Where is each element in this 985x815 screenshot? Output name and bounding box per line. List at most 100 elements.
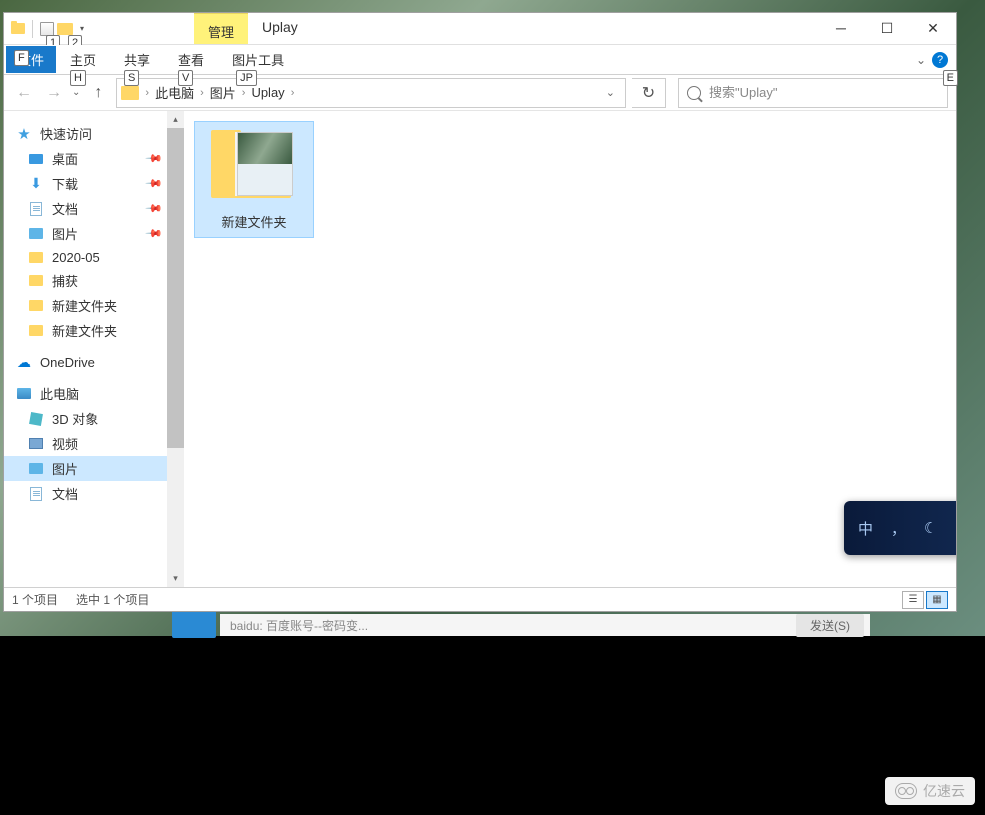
- window-controls: ─ ☐ ✕: [818, 13, 956, 44]
- search-box[interactable]: [678, 78, 948, 108]
- pin-icon: 📌: [145, 149, 164, 168]
- window-title: Uplay: [248, 13, 312, 44]
- ime-punct-indicator[interactable]: ，: [891, 518, 906, 539]
- status-selected-count: 选中 1 个项目: [76, 591, 149, 608]
- thumbnails-view-button[interactable]: ▦: [926, 591, 948, 609]
- minimize-button[interactable]: ─: [818, 13, 864, 43]
- search-input[interactable]: [709, 85, 939, 100]
- nav-folder-new2[interactable]: 新建文件夹: [4, 318, 167, 343]
- folder-icon: [28, 273, 44, 289]
- nav-folder-capture[interactable]: 捕获: [4, 268, 167, 293]
- refresh-button[interactable]: ↻: [632, 78, 666, 108]
- nav-label: 3D 对象: [52, 409, 98, 428]
- send-button-bg: 发送(S): [796, 614, 864, 637]
- document-icon: [28, 486, 44, 502]
- crumb-sep-icon[interactable]: ›: [198, 87, 206, 99]
- nav-label: 捕获: [52, 271, 78, 290]
- cloud-icon: ☁: [16, 354, 32, 370]
- folder-thumbnail-icon: [209, 128, 299, 206]
- keyhint-f: F: [14, 50, 29, 66]
- keyhint-h: H: [70, 70, 86, 86]
- nav-label: 图片: [52, 224, 78, 243]
- ime-skin-icon[interactable]: 👕: [955, 519, 956, 537]
- qat-dropdown-icon[interactable]: ▾: [77, 22, 87, 36]
- nav-label: 桌面: [52, 149, 78, 168]
- address-dropdown-icon[interactable]: ⌄: [600, 86, 621, 99]
- nav-onedrive[interactable]: ☁ OneDrive: [4, 351, 167, 373]
- help-icon[interactable]: ?: [932, 52, 948, 68]
- nav-downloads[interactable]: ⬇ 下载 📌: [4, 171, 167, 196]
- keyhint-s: S: [124, 70, 139, 86]
- nav-label: 此电脑: [40, 384, 79, 403]
- share-tab[interactable]: 共享 S: [110, 46, 164, 73]
- folder-icon: [28, 298, 44, 314]
- navigation-pane[interactable]: ★ 快速访问 桌面 📌 ⬇ 下载 📌 文档 📌: [4, 111, 184, 587]
- forward-button[interactable]: →: [42, 81, 66, 105]
- pin-icon: 📌: [145, 199, 164, 218]
- details-view-button[interactable]: ☰: [902, 591, 924, 609]
- share-tab-label: 共享: [124, 53, 150, 68]
- nav-label: 新建文件夹: [52, 296, 117, 315]
- folder-name: 新建文件夹: [221, 212, 286, 231]
- nav-label: 图片: [52, 459, 78, 478]
- titlebar[interactable]: ▾ 1 2 管理 Uplay ─ ☐ ✕: [4, 13, 956, 45]
- crumb-sep-icon[interactable]: ›: [143, 87, 151, 99]
- file-tab[interactable]: 文件 F: [6, 46, 56, 73]
- nav-thispc[interactable]: 此电脑: [4, 381, 167, 406]
- watermark: 亿速云: [885, 777, 975, 805]
- content-pane[interactable]: 新建文件夹 中 ， ☾ 👕: [184, 111, 956, 587]
- navpane-scrollbar[interactable]: ▴ ▾: [167, 111, 184, 587]
- pictools-tab-label: 图片工具: [232, 53, 284, 68]
- home-tab-label: 主页: [70, 53, 96, 68]
- obj3d-icon: [28, 411, 44, 427]
- up-button[interactable]: ↑: [86, 81, 110, 105]
- app-folder-icon: [10, 21, 26, 37]
- address-folder-icon: [121, 86, 139, 100]
- status-item-count: 1 个项目: [12, 591, 58, 608]
- ribbon-expand-icon[interactable]: ⌄: [916, 53, 926, 67]
- nav-documents-pc[interactable]: 文档: [4, 481, 167, 506]
- search-icon: [687, 86, 701, 100]
- nav-pictures-pc[interactable]: 图片: [4, 456, 167, 481]
- nav-label: OneDrive: [40, 355, 95, 370]
- scroll-up-icon[interactable]: ▴: [167, 111, 184, 128]
- navigation-row: ← → ⌄ ↑ › 此电脑 › 图片 › Uplay › ⌄ ↻: [4, 75, 956, 111]
- close-button[interactable]: ✕: [910, 13, 956, 43]
- pc-icon: [16, 386, 32, 402]
- back-button[interactable]: ←: [12, 81, 36, 105]
- nav-videos[interactable]: 视频: [4, 431, 167, 456]
- manage-tab[interactable]: 管理: [194, 13, 248, 44]
- nav-label: 新建文件夹: [52, 321, 117, 340]
- folder-icon: [28, 249, 44, 265]
- ime-toolbar[interactable]: 中 ， ☾ 👕: [844, 501, 956, 555]
- nav-desktop[interactable]: 桌面 📌: [4, 146, 167, 171]
- ime-moon-icon[interactable]: ☾: [924, 519, 937, 537]
- crumb-uplay[interactable]: Uplay: [247, 85, 288, 100]
- picture-tools-tab[interactable]: 图片工具 JP: [218, 46, 298, 73]
- history-dropdown-icon[interactable]: ⌄: [72, 87, 80, 98]
- nav-pictures[interactable]: 图片 📌: [4, 221, 167, 246]
- crumb-sep-icon[interactable]: ›: [289, 87, 297, 99]
- nav-documents[interactable]: 文档 📌: [4, 196, 167, 221]
- nav-3d-objects[interactable]: 3D 对象: [4, 406, 167, 431]
- ime-lang-indicator[interactable]: 中: [858, 518, 873, 539]
- download-icon: ⬇: [28, 176, 44, 192]
- scroll-down-icon[interactable]: ▾: [167, 570, 184, 587]
- folder-item-selected[interactable]: 新建文件夹: [194, 121, 314, 238]
- nav-label: 快速访问: [40, 124, 92, 143]
- chat-text: baidu: 百度账号--密码变...: [230, 617, 368, 634]
- nav-quick-access[interactable]: ★ 快速访问: [4, 121, 167, 146]
- view-tab[interactable]: 查看 V: [164, 46, 218, 73]
- home-tab[interactable]: 主页 H: [56, 46, 110, 73]
- nav-folder-new1[interactable]: 新建文件夹: [4, 293, 167, 318]
- watermark-text: 亿速云: [923, 781, 965, 801]
- nav-folder-2020-05[interactable]: 2020-05: [4, 246, 167, 268]
- crumb-pictures[interactable]: 图片: [206, 83, 240, 102]
- scroll-track[interactable]: [167, 128, 184, 570]
- maximize-button[interactable]: ☐: [864, 13, 910, 43]
- video-icon: [28, 436, 44, 452]
- crumb-sep-icon[interactable]: ›: [240, 87, 248, 99]
- keyhint-jp: JP: [236, 70, 257, 86]
- scroll-thumb[interactable]: [167, 128, 184, 448]
- desktop-icon: [28, 151, 44, 167]
